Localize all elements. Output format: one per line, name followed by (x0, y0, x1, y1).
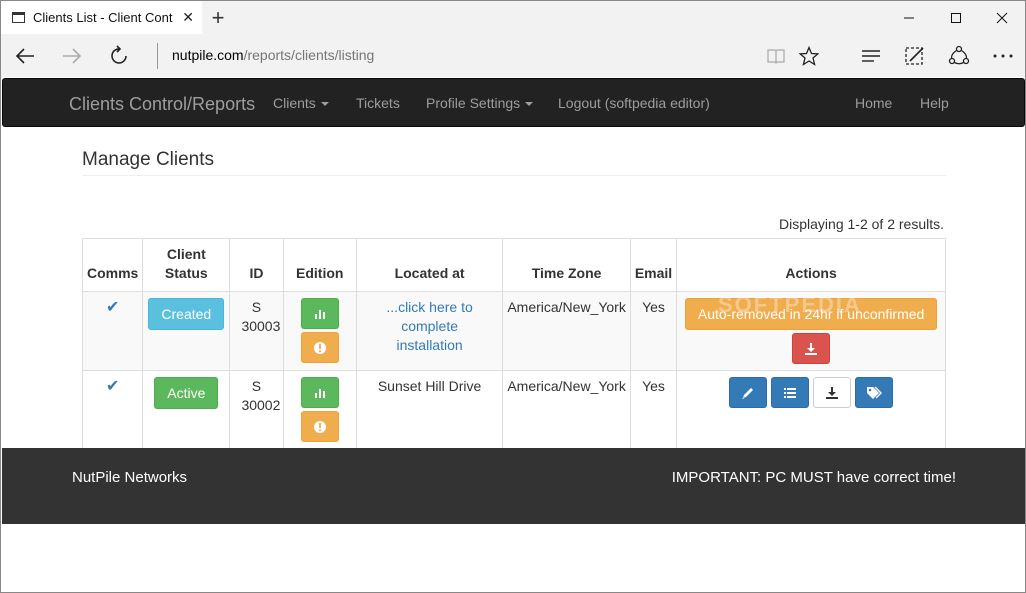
close-window-icon[interactable] (979, 1, 1025, 34)
page-footer: NutPile Networks IMPORTANT: PC MUST have… (2, 448, 1025, 524)
header-actions: Actions (676, 238, 946, 292)
tags-icon[interactable] (855, 377, 894, 408)
client-id: S 30002 (241, 378, 281, 413)
caret-down-icon (320, 102, 329, 107)
caret-down-icon (525, 102, 534, 107)
header-edition: Edition (282, 238, 357, 292)
clients-table: Comms Client Status ID Edition Located a… (81, 238, 946, 449)
header-id: ID (229, 238, 284, 292)
reading-view-icon[interactable] (763, 43, 789, 69)
results-summary: Displaying 1-2 of 2 results. (779, 216, 944, 232)
minimize-icon[interactable] (886, 1, 932, 34)
auto-removed-notice-button[interactable]: Auto-removed in 24hr if unconfirmed (684, 298, 938, 330)
nav-home[interactable]: Home (855, 95, 892, 111)
status-badge[interactable]: Created (148, 298, 225, 330)
browser-window: Clients List - Client Cont ✕ + nutpile.c… (0, 0, 1026, 593)
browser-tab[interactable]: Clients List - Client Cont ✕ (1, 1, 202, 34)
new-tab-icon[interactable]: + (206, 5, 230, 31)
nav-clients-label: Clients (273, 95, 316, 111)
brand-link[interactable]: Clients Control/Reports (69, 94, 255, 115)
time-zone-cell: America/New_York (502, 370, 631, 449)
table-row: ✔ Created S 30003 ...click here to compl… (81, 291, 946, 371)
nav-logout[interactable]: Logout (softpedia editor) (558, 95, 710, 111)
table-header-row: Comms Client Status ID Edition Located a… (81, 238, 946, 292)
url-path: /reports/clients/listing (243, 47, 375, 63)
page-icon (12, 12, 25, 23)
download-icon[interactable] (792, 333, 831, 364)
header-client-status: Client Status (142, 238, 231, 292)
table-row: ✔ Active S 30002 Sunset Hill Drive Ameri… (81, 370, 946, 449)
refresh-icon[interactable] (106, 42, 134, 70)
warning-icon[interactable] (300, 411, 339, 442)
footer-notice: IMPORTANT: PC MUST have correct time! (671, 469, 956, 486)
stats-chart-icon[interactable] (300, 298, 339, 329)
edit-pencil-icon[interactable] (729, 377, 768, 408)
back-icon[interactable] (11, 42, 39, 70)
address-input[interactable]: nutpile.com/reports/clients/listing (172, 47, 374, 63)
download-icon[interactable] (813, 377, 852, 408)
forward-icon[interactable] (58, 42, 86, 70)
nav-help[interactable]: Help (920, 95, 949, 111)
header-time-zone: Time Zone (502, 238, 631, 292)
email-cell: Yes (629, 370, 678, 449)
warning-icon[interactable] (300, 332, 339, 363)
location-cell: Sunset Hill Drive (355, 370, 504, 449)
favorite-star-icon[interactable] (796, 43, 822, 69)
web-note-icon[interactable] (902, 43, 928, 69)
stats-chart-icon[interactable] (300, 377, 339, 408)
url-host: nutpile.com (172, 47, 244, 63)
address-divider (157, 43, 158, 69)
title-divider (82, 175, 946, 176)
header-located-at: Located at (355, 238, 504, 292)
tab-title: Clients List - Client Cont (33, 10, 173, 25)
hub-icon[interactable] (858, 43, 884, 69)
list-icon[interactable] (771, 377, 810, 408)
page-title: Manage Clients (82, 149, 215, 170)
close-tab-icon[interactable]: ✕ (182, 9, 194, 26)
header-comms: Comms (81, 238, 144, 292)
maximize-icon[interactable] (933, 1, 979, 34)
site-navbar: Clients Control/Reports Clients Tickets … (2, 78, 1025, 127)
more-icon[interactable] (990, 43, 1016, 69)
nav-profile-label: Profile Settings (426, 95, 521, 111)
header-email: Email (629, 238, 678, 292)
nav-profile-settings-dropdown[interactable]: Profile Settings (426, 95, 534, 111)
comms-check-icon: ✔ (105, 299, 120, 316)
status-badge[interactable]: Active (154, 377, 219, 409)
nav-tickets[interactable]: Tickets (356, 95, 400, 111)
nav-clients-dropdown[interactable]: Clients (273, 95, 329, 111)
time-zone-cell: America/New_York (502, 291, 631, 371)
share-icon[interactable] (946, 43, 972, 69)
complete-installation-link[interactable]: ...click here to complete installation (367, 298, 492, 355)
footer-company: NutPile Networks (72, 469, 188, 486)
title-bar: Clients List - Client Cont ✕ + (1, 1, 1025, 34)
address-toolbar: nutpile.com/reports/clients/listing (1, 34, 1025, 77)
email-cell: Yes (629, 291, 678, 371)
comms-check-icon: ✔ (105, 378, 120, 395)
client-id: S 30003 (241, 299, 281, 334)
